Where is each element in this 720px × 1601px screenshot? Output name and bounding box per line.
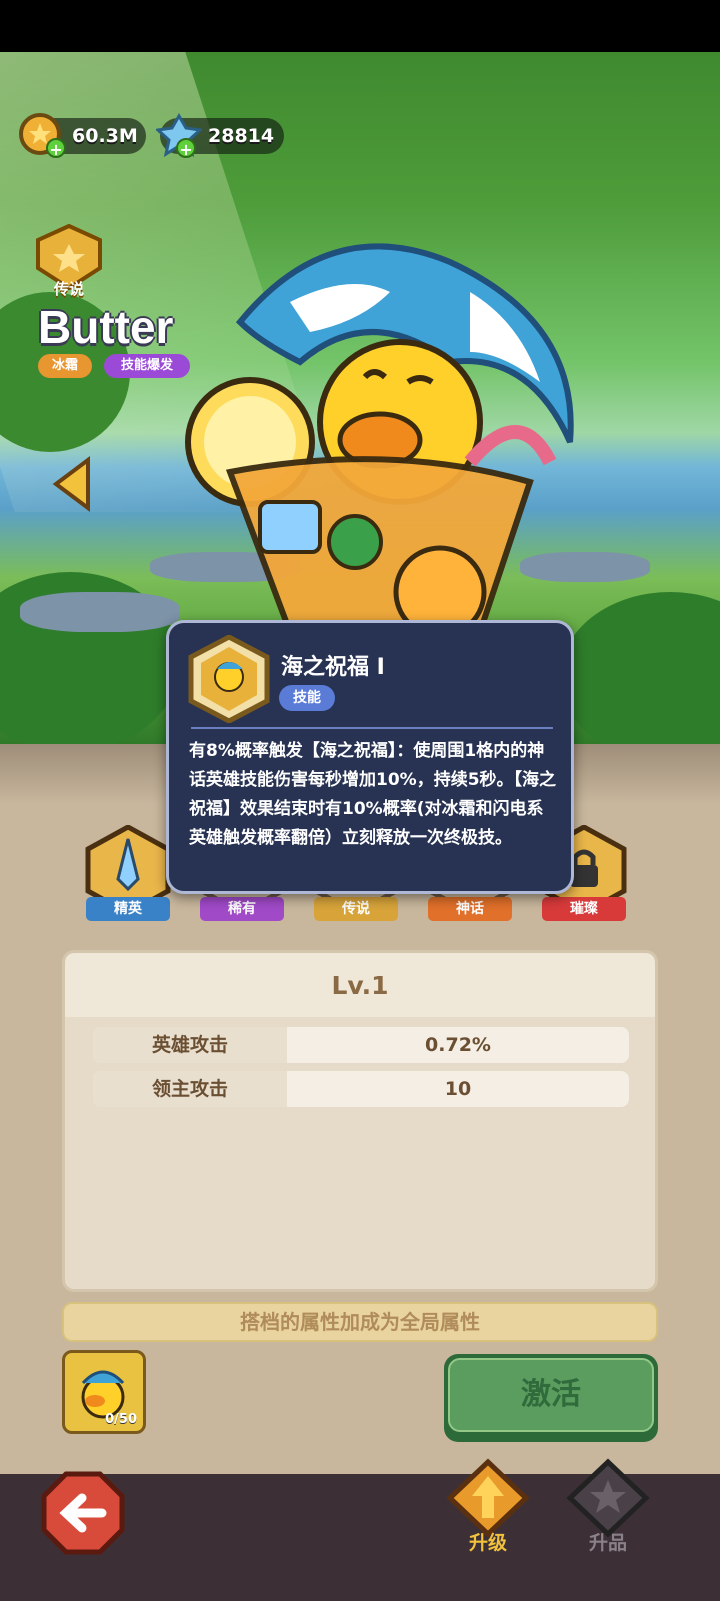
gold-amount: 60.3M [72,125,138,147]
plus-icon[interactable]: + [46,138,66,159]
partner-item[interactable]: 0/50 [62,1350,146,1434]
upgrade-arrow-icon [446,1458,530,1538]
promote-star-icon [566,1458,650,1538]
stat-row: 英雄攻击 0.72% [93,1027,629,1063]
status-bar [0,0,720,52]
gold-counter[interactable]: + 60.3M [19,113,146,159]
gem-amount: 28814 [208,125,275,147]
left-arrow-icon[interactable] [52,456,92,512]
skill-type-tag: 技能爆发 [104,354,190,378]
back-arrow-icon[interactable] [40,1470,126,1556]
gem-counter[interactable]: + 28814 [156,113,284,159]
partner-count: 0/50 [105,1412,137,1427]
hero-name: Butter [38,301,174,353]
stat-row: 领主攻击 10 [93,1071,629,1107]
skill-title: 海之祝福 I [281,655,385,680]
skill-tooltip: 海之祝福 I 技能 有8%概率触发【海之祝福】：使周围1格内的神话英雄技能伤害每… [166,620,574,894]
element-tag: 冰霜 [38,354,92,378]
upgrade-tab[interactable]: 升级 [440,1458,536,1558]
stats-box: Lv.1 英雄攻击 0.72% 领主攻击 10 [62,950,658,1292]
level-label: Lv.1 [331,971,389,1000]
promote-tab[interactable]: 升品 [560,1458,656,1558]
divider [191,727,553,729]
hero-illustration [185,243,574,672]
skill-description: 有8%概率触发【海之祝福】：使周围1格内的神话英雄技能伤害每秒增加10%，持续5… [189,741,557,848]
global-attribute-note: 搭档的属性加成为全局属性 [62,1302,658,1342]
rarity-tab-elite[interactable]: 精英 [80,825,176,925]
skill-icon [188,635,270,723]
activate-button[interactable]: 激活 [444,1354,658,1442]
rank-label: 传说 [53,280,84,298]
plus-icon[interactable]: + [176,138,196,159]
skill-type-chip: 技能 [279,685,335,711]
